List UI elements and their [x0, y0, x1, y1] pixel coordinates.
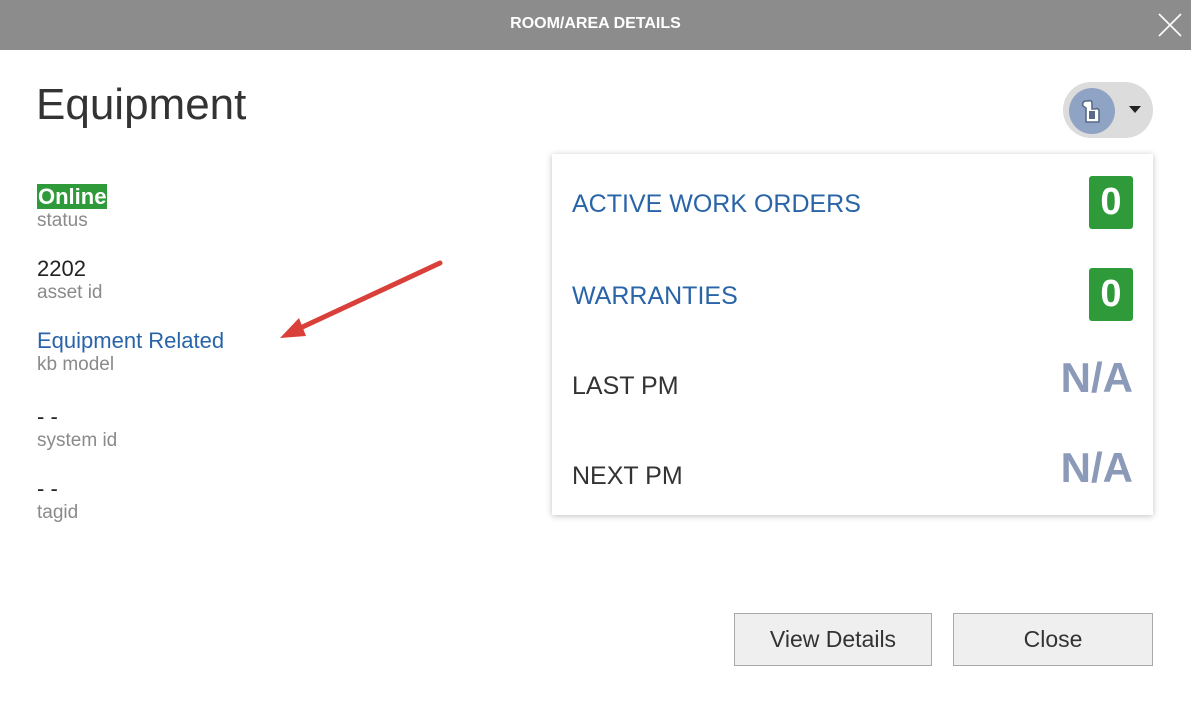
close-icon[interactable]	[1155, 10, 1185, 40]
summary-row-warranties[interactable]: WARRANTIES 0	[552, 250, 1153, 340]
field-tagid: - - tagid	[37, 476, 78, 524]
active-work-orders-label[interactable]: ACTIVE WORK ORDERS	[572, 190, 861, 219]
next-pm-value: N/A	[1060, 444, 1133, 491]
field-status: Online status	[37, 184, 108, 232]
asset-id-value: 2202	[37, 256, 86, 281]
page-title: Equipment	[36, 80, 247, 129]
summary-panel: ACTIVE WORK ORDERS 0 WARRANTIES 0 LAST P…	[552, 154, 1153, 515]
last-pm-label: LAST PM	[572, 372, 679, 400]
close-button[interactable]: Close	[953, 613, 1153, 666]
dialog-titlebar: ROOM/AREA DETAILS	[0, 0, 1191, 50]
next-pm-label: NEXT PM	[572, 462, 683, 490]
field-label: asset id	[37, 282, 103, 303]
warranties-count: 0	[1089, 268, 1133, 321]
equipment-actions-dropdown[interactable]	[1063, 82, 1153, 138]
view-details-button[interactable]: View Details	[734, 613, 932, 666]
status-badge: Online	[37, 184, 108, 209]
dialog-title: ROOM/AREA DETAILS	[510, 15, 681, 32]
field-asset-id: 2202 asset id	[37, 256, 102, 304]
summary-row-active-work-orders[interactable]: ACTIVE WORK ORDERS 0	[552, 158, 1153, 248]
caret-down-icon	[1129, 106, 1141, 113]
field-system-id: - - system id	[37, 404, 117, 452]
system-id-value: - -	[37, 404, 58, 429]
room-area-details-dialog: ROOM/AREA DETAILS Equipment Online statu…	[0, 0, 1191, 705]
wrench-hand-icon	[1069, 88, 1115, 134]
active-work-orders-count: 0	[1089, 176, 1133, 229]
summary-row-next-pm: NEXT PM N/A	[552, 430, 1153, 520]
field-label: system id	[37, 430, 118, 451]
tagid-value: - -	[37, 476, 58, 501]
kb-model-link[interactable]: Equipment Related	[37, 328, 224, 354]
field-label: tagid	[37, 502, 79, 523]
field-label: status	[37, 210, 88, 231]
warranties-label[interactable]: WARRANTIES	[572, 282, 738, 311]
field-kb-model: Equipment Related kb model	[37, 328, 224, 376]
summary-row-last-pm: LAST PM N/A	[552, 340, 1153, 430]
last-pm-value: N/A	[1060, 354, 1133, 401]
field-label: kb model	[37, 354, 115, 375]
